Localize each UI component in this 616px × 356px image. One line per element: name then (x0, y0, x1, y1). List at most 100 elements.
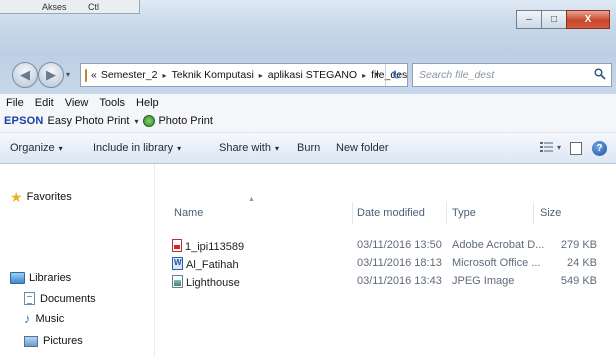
background-tab-label: Ctl (88, 2, 99, 12)
search-box (412, 63, 612, 87)
nav-favorites[interactable]: ★ Favorites (10, 190, 72, 204)
easy-photo-print-dropdown[interactable]: ▾ (134, 117, 138, 126)
burn-button[interactable]: Burn (297, 142, 320, 154)
window-title-bar: Akses Ctl – □ X (0, 0, 616, 54)
file-date: 03/11/2016 13:50 (357, 239, 442, 251)
file-size: 24 KB (567, 257, 597, 269)
file-name-cell: Al_Fatihah (172, 257, 239, 271)
maximize-button[interactable]: □ (541, 10, 567, 29)
file-name: Lighthouse (186, 277, 240, 289)
file-name-cell: 1_ipi113589 (172, 239, 244, 253)
caption-buttons: – □ X (516, 10, 610, 29)
file-name: 1_ipi113589 (185, 241, 245, 253)
command-bar: Organize ▾ Include in library ▾ Share with… (0, 133, 616, 164)
column-header-size[interactable]: Size (540, 207, 561, 219)
share-with-button[interactable]: Share with ▾ (219, 142, 279, 154)
address-bar[interactable]: « Semester_2 ▸ Teknik Komputasi ▸ aplika… (80, 63, 408, 87)
word-file-icon (172, 257, 183, 270)
music-icon: ♪ (24, 311, 31, 326)
include-in-library-button[interactable]: Include in library ▾ (93, 142, 181, 154)
documents-icon (24, 292, 35, 305)
forward-arrow-icon: ▶ (46, 67, 56, 82)
organize-label: Organize (10, 142, 55, 154)
refresh-icon[interactable]: ↻ (385, 64, 407, 86)
new-folder-button[interactable]: New folder (336, 142, 389, 154)
include-in-library-label: Include in library (93, 142, 174, 154)
back-arrow-icon: ◀ (20, 67, 30, 82)
column-divider[interactable] (533, 202, 534, 224)
file-type: Adobe Acrobat D... (452, 239, 545, 251)
pdf-file-icon (172, 239, 182, 252)
file-row[interactable]: Al_Fatihah 03/11/2016 18:13 Microsoft Of… (156, 255, 616, 273)
column-divider[interactable] (352, 202, 353, 224)
column-header-date-modified[interactable]: Date modified (357, 207, 425, 219)
nav-favorites-label: Favorites (26, 191, 72, 203)
address-dropdown[interactable]: ▾ (375, 70, 379, 79)
navigation-row: ◀ ▶ ▾ « Semester_2 ▸ Teknik Komputasi ▸ … (0, 54, 616, 94)
back-button[interactable]: ◀ (12, 62, 38, 88)
preview-pane-icon[interactable] (570, 142, 582, 155)
breadcrumb-aplikasi-stegano[interactable]: aplikasi STEGANO (268, 69, 357, 81)
file-type: JPEG Image (452, 275, 515, 287)
breadcrumb-teknik-komputasi[interactable]: Teknik Komputasi (171, 69, 253, 81)
nav-libraries[interactable]: Libraries (10, 272, 71, 284)
epson-logo: EPSON (4, 115, 44, 127)
nav-music[interactable]: ♪ Music (24, 312, 64, 325)
chevron-down-icon: ▾ (557, 142, 562, 152)
breadcrumb-semester[interactable]: Semester_2 (101, 69, 158, 81)
nav-pictures[interactable]: Pictures (24, 335, 83, 347)
image-file-icon (172, 275, 183, 288)
forward-button[interactable]: ▶ (38, 62, 64, 88)
nav-music-label: Music (35, 312, 65, 325)
menu-bar: File Edit View Tools Help EPSON Easy Pho… (0, 94, 616, 133)
photo-print-icon (143, 115, 156, 127)
folder-icon (85, 68, 87, 82)
organize-button[interactable]: Organize ▾ (10, 142, 63, 154)
file-row[interactable]: Lighthouse 03/11/2016 13:43 JPEG Image 5… (156, 273, 616, 291)
breadcrumb-separator-icon[interactable]: ▸ (259, 71, 263, 80)
menu-tools[interactable]: Tools (99, 97, 125, 109)
search-input[interactable] (419, 69, 579, 81)
epson-toolbar: EPSON Easy Photo Print ▾ Photo Print (4, 115, 213, 127)
file-size: 549 KB (560, 275, 597, 287)
search-icon[interactable] (594, 68, 606, 80)
nav-libraries-label: Libraries (29, 272, 72, 284)
breadcrumb-separator-icon[interactable]: ▸ (362, 71, 366, 80)
nav-documents[interactable]: Documents (24, 292, 96, 305)
menu-help[interactable]: Help (136, 97, 159, 109)
help-icon[interactable]: ? (592, 141, 607, 156)
pictures-icon (24, 335, 38, 347)
file-size: 279 KB (560, 239, 597, 251)
column-header-type[interactable]: Type (452, 207, 476, 219)
change-view-button[interactable]: ▾ (540, 141, 561, 153)
nav-documents-label: Documents (40, 292, 96, 305)
chevron-down-icon: ▾ (58, 144, 63, 153)
nav-pictures-label: Pictures (43, 335, 83, 347)
file-name-cell: Lighthouse (172, 275, 240, 289)
menu-edit[interactable]: Edit (35, 97, 54, 109)
library-icon (10, 272, 25, 284)
column-divider[interactable] (446, 202, 447, 224)
file-date: 03/11/2016 18:13 (357, 257, 442, 269)
menu-file[interactable]: File (6, 97, 24, 109)
menu-view[interactable]: View (65, 97, 89, 109)
easy-photo-print-button[interactable]: Easy Photo Print (48, 115, 130, 127)
recent-pages-dropdown[interactable]: ▾ (66, 70, 70, 79)
file-name: Al_Fatihah (186, 259, 239, 271)
sort-ascending-icon: ▲ (248, 196, 255, 203)
minimize-button[interactable]: – (516, 10, 542, 29)
file-list: ▲ Name Date modified Type Size 1_ipi1135… (156, 164, 616, 356)
file-type: Microsoft Office ... (452, 257, 541, 269)
share-with-label: Share with (219, 142, 271, 154)
close-button[interactable]: X (566, 10, 610, 29)
navigation-pane: ★ Favorites Libraries Documents ♪ Music … (0, 164, 155, 356)
chevron-down-icon: ▾ (177, 144, 182, 153)
breadcrumb-overflow[interactable]: « (91, 69, 97, 81)
photo-print-button[interactable]: Photo Print (158, 115, 212, 127)
breadcrumb-separator-icon[interactable]: ▸ (162, 71, 166, 80)
column-header-name[interactable]: Name (174, 207, 203, 219)
background-window-edge: Akses Ctl (0, 0, 140, 14)
file-date: 03/11/2016 13:43 (357, 275, 442, 287)
view-options-icon (540, 142, 553, 152)
file-row[interactable]: 1_ipi113589 03/11/2016 13:50 Adobe Acrob… (156, 237, 616, 255)
